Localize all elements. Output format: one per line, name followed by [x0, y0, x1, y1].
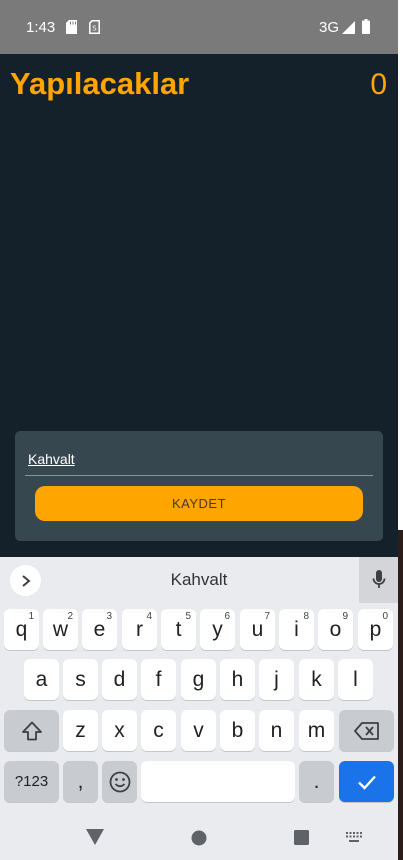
key-j[interactable]: j	[259, 659, 294, 700]
emoji-icon	[109, 771, 130, 792]
key-d[interactable]: d	[102, 659, 137, 700]
key-u[interactable]: u7	[240, 609, 275, 650]
key-p[interactable]: p0	[358, 609, 393, 650]
save-button[interactable]: KAYDET	[35, 486, 363, 521]
key-i[interactable]: i8	[279, 609, 314, 650]
microphone-icon	[372, 570, 385, 588]
input-underline	[25, 475, 373, 476]
key-y[interactable]: y6	[200, 609, 235, 650]
key-g[interactable]: g	[181, 659, 216, 700]
add-task-card: Kahvalt KAYDET	[15, 431, 383, 541]
key-q[interactable]: q1	[4, 609, 39, 650]
status-time: 1:43	[26, 19, 56, 36]
key-h[interactable]: h	[220, 659, 255, 700]
period-key[interactable]: .	[299, 761, 334, 802]
task-counter: 0	[370, 68, 387, 101]
key-z[interactable]: z	[63, 710, 98, 751]
signal-icon	[342, 21, 355, 39]
task-input[interactable]: Kahvalt	[28, 451, 75, 467]
suggestion-bar: Kahvalt	[0, 557, 398, 603]
key-e[interactable]: e3	[82, 609, 117, 650]
svg-text:S: S	[92, 25, 97, 33]
enter-key[interactable]	[339, 761, 394, 802]
battery-icon	[362, 19, 370, 39]
backspace-key[interactable]	[339, 710, 394, 751]
space-key[interactable]	[141, 761, 295, 802]
app-screen: 1:43 S 3G Yapılacaklar 0 Kahvalt KAYDET …	[0, 0, 398, 860]
key-k[interactable]: k	[299, 659, 334, 700]
key-a[interactable]: a	[24, 659, 59, 700]
page-title: Yapılacaklar	[10, 66, 190, 101]
emoji-key[interactable]	[102, 761, 137, 802]
sd-card-icon	[66, 20, 77, 39]
shift-key[interactable]	[4, 710, 59, 751]
key-f[interactable]: f	[141, 659, 176, 700]
comma-key[interactable]: ,	[63, 761, 98, 802]
key-m[interactable]: m	[299, 710, 334, 751]
checkmark-icon	[357, 775, 376, 790]
suggestion-word[interactable]: Kahvalt	[0, 570, 398, 590]
key-c[interactable]: c	[141, 710, 176, 751]
shift-icon	[21, 721, 42, 740]
backspace-icon	[353, 721, 379, 740]
symbols-key[interactable]: ?123	[4, 761, 59, 802]
key-b[interactable]: b	[220, 710, 255, 751]
key-r[interactable]: r4	[122, 609, 157, 650]
network-type: 3G	[319, 19, 340, 36]
navigation-bar	[0, 815, 398, 860]
key-s[interactable]: s	[63, 659, 98, 700]
home-icon[interactable]	[191, 830, 207, 846]
keyboard-switch-icon[interactable]	[346, 832, 362, 843]
sim-icon: S	[89, 20, 100, 39]
voice-input-button[interactable]	[359, 557, 398, 603]
key-w[interactable]: w2	[43, 609, 78, 650]
key-v[interactable]: v	[181, 710, 216, 751]
key-t[interactable]: t5	[161, 609, 196, 650]
key-l[interactable]: l	[338, 659, 373, 700]
key-o[interactable]: o9	[318, 609, 353, 650]
key-x[interactable]: x	[102, 710, 137, 751]
back-icon[interactable]	[86, 829, 104, 845]
screen-edge	[398, 0, 403, 860]
key-n[interactable]: n	[259, 710, 294, 751]
soft-keyboard: Kahvalt q1 w2 e3 r4 t5 y6 u7 i8 o9 p0 a …	[0, 557, 398, 860]
status-bar: 1:43 S 3G	[0, 0, 398, 54]
recents-icon[interactable]	[294, 830, 309, 845]
